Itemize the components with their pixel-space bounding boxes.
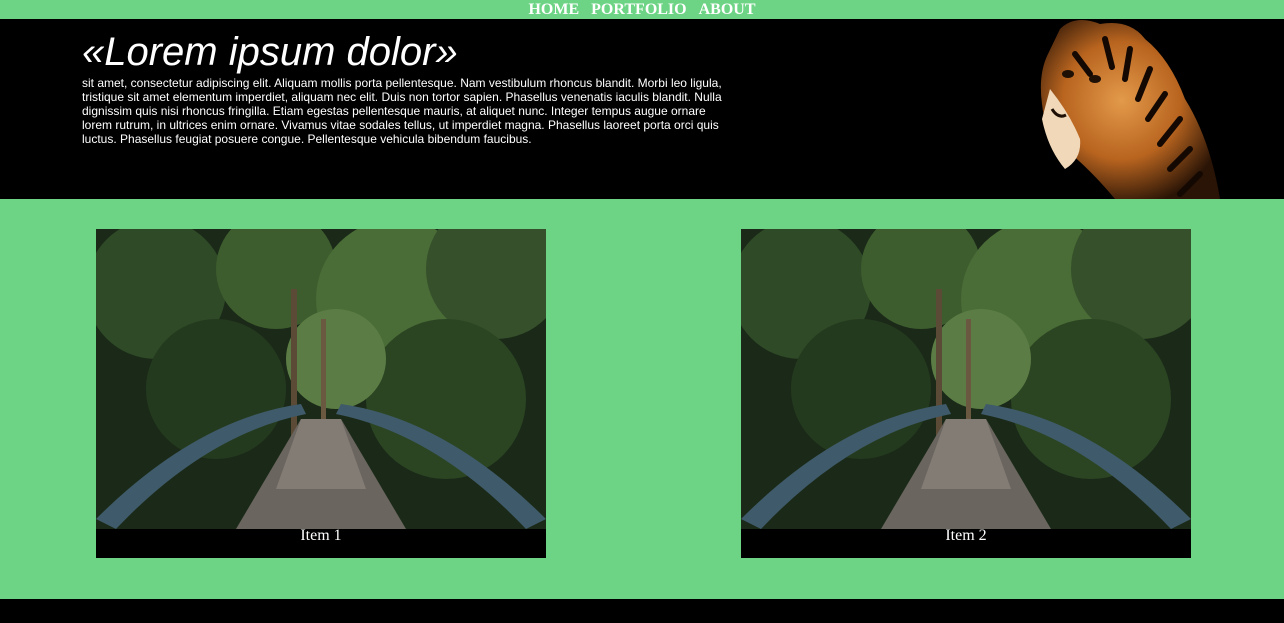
hero-banner: «Lorem ipsum dolor» sit amet, consectetu… xyxy=(0,19,1284,199)
gallery-item-caption: Item 1 xyxy=(300,527,342,544)
gallery-item-1[interactable]: Item 1 xyxy=(96,229,546,558)
gallery-item-caption: Item 2 xyxy=(945,527,987,544)
hero-text: sit amet, consectetur adipiscing elit. A… xyxy=(82,76,722,146)
nav-about-link[interactable]: ABOUT xyxy=(699,1,756,18)
bridge-photo xyxy=(96,229,546,529)
tiger-image xyxy=(1020,19,1225,199)
hero-title: «Lorem ipsum dolor» xyxy=(82,30,458,74)
bridge-photo xyxy=(741,229,1191,529)
footer xyxy=(0,599,1284,623)
top-nav: HOME PORTFOLIO ABOUT xyxy=(0,0,1284,19)
nav-home-link[interactable]: HOME xyxy=(528,1,579,18)
nav-portfolio-link[interactable]: PORTFOLIO xyxy=(591,1,686,18)
gallery-item-2[interactable]: Item 2 xyxy=(741,229,1191,558)
